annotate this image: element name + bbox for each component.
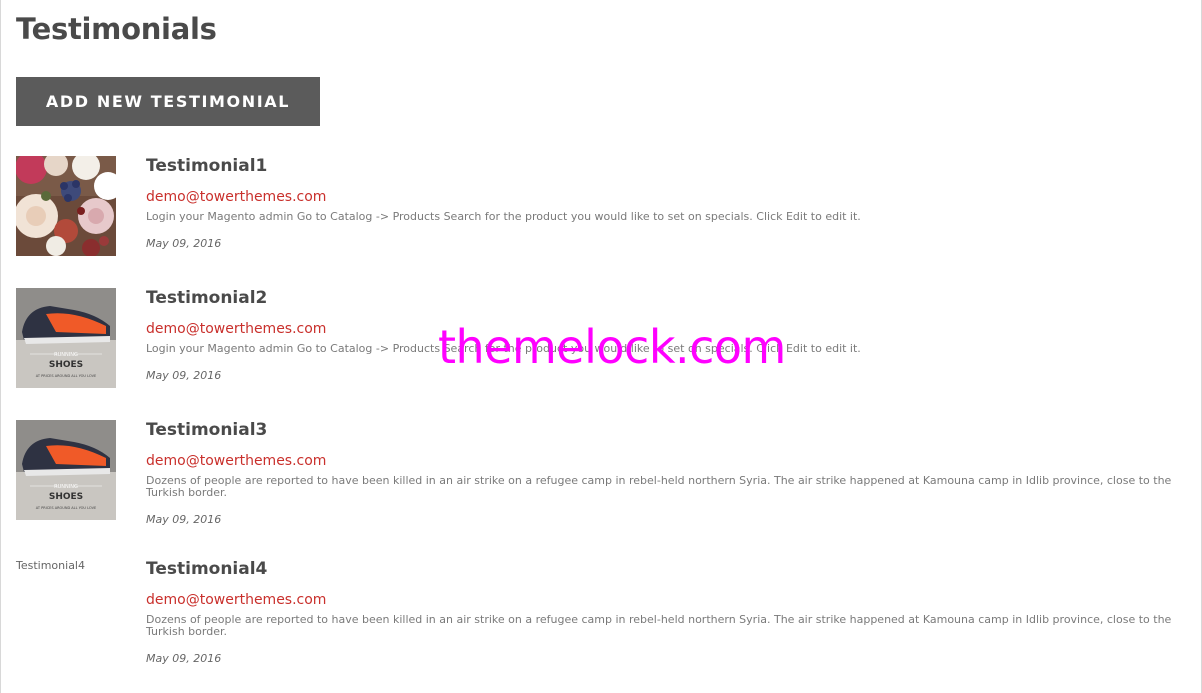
- testimonial-name: Testimonial4: [146, 559, 268, 579]
- running-shoes-image[interactable]: RUNNING SHOES AT PRICES AROUND ALL YOU L…: [16, 288, 116, 388]
- running-shoe-icon: RUNNING SHOES AT PRICES AROUND ALL YOU L…: [16, 288, 116, 388]
- testimonial-date: May 09, 2016: [146, 237, 222, 250]
- testimonial-name: Testimonial2: [146, 288, 268, 308]
- testimonial-email-link[interactable]: demo@towerthemes.com: [146, 188, 326, 206]
- testimonial-date: May 09, 2016: [146, 652, 222, 665]
- svg-text:AT PRICES AROUND ALL YOU LOVE: AT PRICES AROUND ALL YOU LOVE: [36, 374, 96, 378]
- testimonial-name: Testimonial1: [146, 156, 268, 176]
- testimonial-date: May 09, 2016: [146, 513, 222, 526]
- running-shoe-icon: RUNNING SHOES AT PRICES AROUND ALL YOU L…: [16, 420, 116, 520]
- flower-bouquet-icon: [16, 156, 116, 256]
- testimonial-text: Dozens of people are reported to have be…: [146, 474, 1172, 499]
- testimonial-date: May 09, 2016: [146, 369, 222, 382]
- testimonial-text: Dozens of people are reported to have be…: [146, 613, 1172, 638]
- page-title: Testimonials: [16, 12, 217, 46]
- flower-bouquet-image[interactable]: [16, 156, 116, 256]
- svg-text:RUNNING: RUNNING: [54, 484, 78, 490]
- testimonial-text: Login your Magento admin Go to Catalog -…: [146, 342, 861, 355]
- testimonial-email-link[interactable]: demo@towerthemes.com: [146, 591, 326, 609]
- add-new-testimonial-button[interactable]: ADD NEW TESTIMONIAL: [16, 77, 320, 126]
- svg-text:SHOES: SHOES: [49, 360, 83, 370]
- svg-text:RUNNING: RUNNING: [54, 352, 78, 358]
- svg-text:AT PRICES AROUND ALL YOU LOVE: AT PRICES AROUND ALL YOU LOVE: [36, 506, 96, 510]
- running-shoes-image[interactable]: RUNNING SHOES AT PRICES AROUND ALL YOU L…: [16, 420, 116, 520]
- testimonial-name: Testimonial3: [146, 420, 268, 440]
- broken-image-alt-text[interactable]: Testimonial4: [16, 559, 85, 572]
- svg-text:SHOES: SHOES: [49, 492, 83, 502]
- testimonial-email-link[interactable]: demo@towerthemes.com: [146, 452, 326, 470]
- testimonial-text: Login your Magento admin Go to Catalog -…: [146, 210, 861, 223]
- testimonial-email-link[interactable]: demo@towerthemes.com: [146, 320, 326, 338]
